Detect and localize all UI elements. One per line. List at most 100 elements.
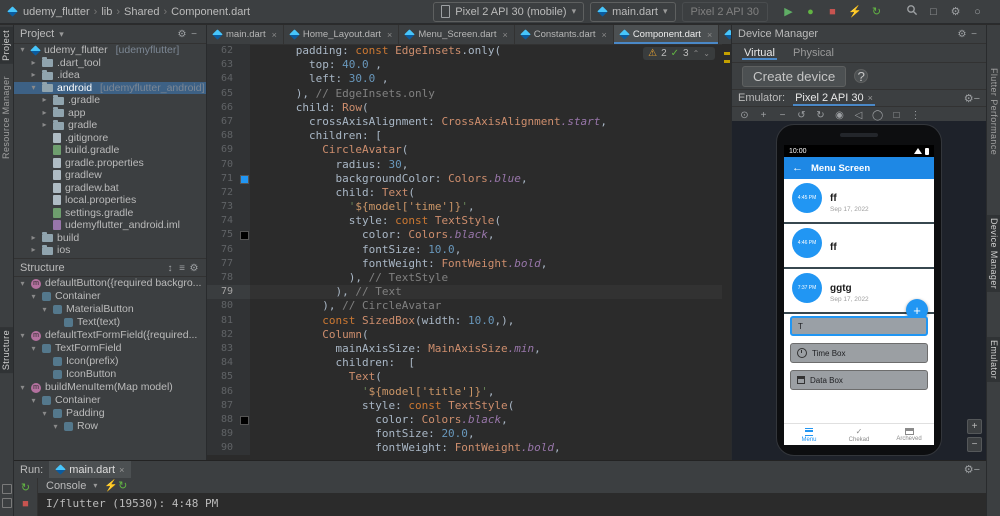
- code-line[interactable]: 70 radius: 30,: [207, 157, 731, 172]
- project-tree-item[interactable]: ▸ .dart_tool: [14, 57, 206, 70]
- project-tree-item[interactable]: settings.gradle: [14, 207, 206, 220]
- power-icon[interactable]: ⊙: [739, 110, 750, 121]
- line-number[interactable]: 90: [207, 441, 239, 456]
- chevron-right-icon[interactable]: ▸: [29, 244, 38, 257]
- close-icon[interactable]: ×: [868, 93, 873, 103]
- chevron-right-icon[interactable]: ▸: [40, 94, 49, 107]
- code-area[interactable]: 62 padding: const EdgeInsets.only(63 top…: [207, 44, 731, 460]
- code-line[interactable]: 78 ), // TextStyle: [207, 271, 731, 286]
- code-line[interactable]: 81 const SizedBox(width: 10.0,),: [207, 313, 731, 328]
- settings-icon[interactable]: ⚙: [964, 92, 974, 105]
- toolwindow-switcher-icon[interactable]: [2, 484, 12, 494]
- tool-strip-button-resource-manager[interactable]: Resource Manager: [0, 73, 13, 162]
- project-tree-item[interactable]: ▸ ios: [14, 244, 206, 257]
- editor-tab-Menu_Screen.dart[interactable]: Menu_Screen.dart ×: [399, 25, 515, 44]
- hide-icon[interactable]: −: [974, 93, 980, 105]
- chevron-right-icon[interactable]: ▸: [29, 57, 38, 70]
- line-number[interactable]: 66: [207, 100, 239, 115]
- project-tree-item[interactable]: build.gradle: [14, 144, 206, 157]
- line-number[interactable]: 67: [207, 114, 239, 130]
- project-tree-item[interactable]: gradlew: [14, 169, 206, 182]
- code-line[interactable]: 80 ), // CircleAvatar: [207, 299, 731, 314]
- line-number[interactable]: 63: [207, 58, 239, 73]
- structure-tree-item[interactable]: ▾ Container: [14, 290, 206, 303]
- close-icon[interactable]: ×: [707, 30, 712, 40]
- device-manager-tab-physical[interactable]: Physical: [791, 46, 836, 60]
- code-line[interactable]: 87 style: const TextStyle(: [207, 398, 731, 413]
- code-line[interactable]: 76 fontSize: 10.0,: [207, 242, 731, 257]
- chevron-right-icon[interactable]: ▸: [40, 119, 49, 132]
- color-preview-chip[interactable]: [240, 415, 249, 425]
- settings-icon[interactable]: ⚙: [188, 263, 200, 274]
- terminal-toolwindow-icon[interactable]: [2, 498, 12, 508]
- breadcrumb-item[interactable]: lib: [101, 6, 112, 18]
- code-line[interactable]: 79 ), // Text: [207, 285, 731, 300]
- close-icon[interactable]: ×: [502, 30, 507, 40]
- rerun-icon[interactable]: ↻: [21, 481, 30, 494]
- line-number[interactable]: 68: [207, 129, 239, 144]
- stop-icon[interactable]: ■: [22, 498, 29, 510]
- structure-tree-item[interactable]: Text(text): [14, 316, 206, 329]
- chevron-down-icon[interactable]: ▾: [18, 381, 27, 394]
- project-tree-item[interactable]: gradle.properties: [14, 157, 206, 170]
- code-line[interactable]: 71 backgroundColor: Colors.blue,: [207, 171, 731, 186]
- settings-icon[interactable]: ⚙: [956, 29, 968, 40]
- hot-restart-icon[interactable]: ↻: [870, 5, 883, 18]
- project-tree-item[interactable]: ▾ udemy_flutter [udemyflutter]: [14, 44, 206, 57]
- breadcrumb-item[interactable]: Shared: [124, 6, 159, 18]
- chevron-down-icon[interactable]: ▾: [18, 277, 27, 290]
- nav-item-chekad[interactable]: ✓ Chekad: [834, 424, 884, 445]
- code-line[interactable]: 64 left: 30.0 ,: [207, 72, 731, 87]
- project-tree-item[interactable]: udemyflutter_android.iml: [14, 219, 206, 232]
- code-line[interactable]: 77 fontWeight: FontWeight.bold,: [207, 256, 731, 271]
- zoom-button[interactable]: +: [967, 419, 982, 434]
- code-line[interactable]: 72 child: Text(: [207, 185, 731, 201]
- code-line[interactable]: 65 ), // EdgeInsets.only: [207, 86, 731, 101]
- close-icon[interactable]: ×: [387, 30, 392, 40]
- color-preview-chip[interactable]: [240, 231, 249, 241]
- hot-reload-icon[interactable]: ⚡: [848, 5, 862, 18]
- breadcrumb-item[interactable]: udemy_flutter: [23, 6, 90, 18]
- line-number[interactable]: 77: [207, 256, 239, 271]
- code-line[interactable]: 73 '${model['time']}',: [207, 200, 731, 215]
- structure-tree-item[interactable]: ▾ Row: [14, 420, 206, 433]
- line-number[interactable]: 73: [207, 200, 239, 215]
- chevron-down-icon[interactable]: ▾: [51, 420, 60, 433]
- breadcrumb-item[interactable]: Component.dart: [171, 6, 250, 18]
- volume-up-icon[interactable]: +: [758, 110, 769, 121]
- line-number[interactable]: 88: [207, 412, 239, 428]
- chevron-down-icon[interactable]: ▾: [18, 44, 27, 57]
- code-line[interactable]: 90 fontWeight: FontWeight.bold,: [207, 441, 731, 456]
- debug-icon[interactable]: ●: [804, 6, 817, 18]
- hide-icon[interactable]: −: [188, 29, 200, 40]
- editor-tab-main.dart[interactable]: main.dart ×: [207, 25, 284, 44]
- line-number[interactable]: 83: [207, 341, 239, 357]
- rotate-left-icon[interactable]: ↺: [796, 110, 807, 121]
- line-number[interactable]: 76: [207, 242, 239, 257]
- line-number[interactable]: 75: [207, 228, 239, 243]
- search-icon[interactable]: [905, 4, 918, 19]
- code-line[interactable]: 82 Column(: [207, 327, 731, 342]
- line-number[interactable]: 64: [207, 72, 239, 87]
- close-icon[interactable]: ×: [272, 30, 277, 40]
- screenshot-icon[interactable]: ◉: [834, 110, 845, 121]
- structure-tree-item[interactable]: ▾ m defaultTextFormField({required...: [14, 329, 206, 342]
- structure-tree-item[interactable]: ▾ m defaultButton({required backgro...: [14, 277, 206, 290]
- line-number[interactable]: 69: [207, 143, 239, 158]
- structure-tree-item[interactable]: ▾ MaterialButton: [14, 303, 206, 316]
- line-number[interactable]: 82: [207, 327, 239, 342]
- more-icon[interactable]: ⋮: [910, 110, 921, 121]
- line-number[interactable]: 80: [207, 299, 239, 314]
- code-line[interactable]: 83 mainAxisSize: MainAxisSize.min,: [207, 341, 731, 357]
- tool-strip-button-flutter-performance[interactable]: Flutter Performance: [987, 65, 1000, 158]
- nav-item-archeved[interactable]: Archeved: [884, 424, 934, 445]
- chevron-right-icon[interactable]: ▸: [40, 107, 49, 120]
- prev-issue-icon[interactable]: ⌃: [693, 49, 700, 58]
- project-tree-item[interactable]: local.properties: [14, 194, 206, 207]
- list-item[interactable]: 4:46 PM ff: [784, 224, 934, 269]
- editor-scrollbar[interactable]: [722, 44, 731, 460]
- layout-icon[interactable]: □: [927, 6, 940, 18]
- phone-screen[interactable]: 10:00 ← Menu Screen 7:37 PM ggtg Sep 17, 2…: [784, 145, 934, 445]
- editor-tab-Archeived_Screen.dart[interactable]: Archeived_Screen.dart×: [719, 25, 731, 44]
- tool-strip-button-project[interactable]: Project: [0, 27, 13, 64]
